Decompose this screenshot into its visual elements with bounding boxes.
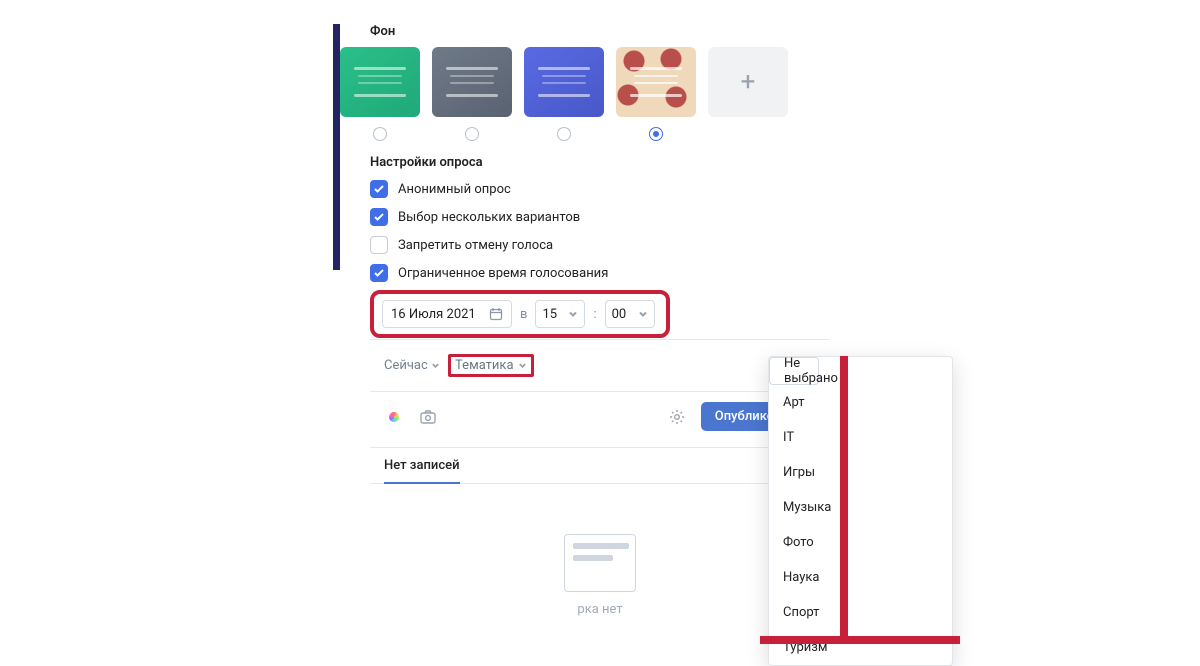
schedule-bar: Сейчас Тематика [370,339,830,392]
chevron-down-icon [638,309,648,319]
schedule-now-trigger[interactable]: Сейчас [384,358,440,373]
gear-icon[interactable] [667,407,687,427]
dd-item-music[interactable]: Музыка [769,490,952,525]
checkbox-multiselect[interactable] [370,208,388,226]
chevron-down-icon [568,309,578,319]
bg-radio-3[interactable] [649,127,663,141]
date-field[interactable]: 16 Июля 2021 [382,300,512,328]
dd-item-it[interactable]: IT [769,420,952,455]
chevron-down-icon [431,361,440,370]
palette-icon[interactable] [384,407,404,427]
empty-icon [564,534,636,592]
hour-select[interactable]: 15 [535,300,585,328]
checkbox-no-revoke[interactable] [370,236,388,254]
post-tabs: Нет записей [370,448,830,484]
camera-icon[interactable] [418,407,438,427]
annotation-bar-right [840,356,848,636]
checkbox-anonymous[interactable] [370,180,388,198]
dd-item-art[interactable]: Арт [769,385,952,420]
datetime-picker-highlight: 16 Июля 2021 в 15 : 00 [370,290,670,338]
bg-tile-blue[interactable] [524,47,604,117]
bg-radio-2[interactable] [557,127,571,141]
empty-state: рка нет [370,484,830,637]
checkbox-time-limit-label: Ограниченное время голосования [398,266,608,281]
background-radio-row [340,127,880,141]
topic-trigger-highlight[interactable]: Тематика [448,354,534,377]
background-tiles [340,47,880,117]
dd-item-games[interactable]: Игры [769,455,952,490]
checkbox-no-revoke-label: Запретить отмену голоса [398,238,553,253]
chevron-down-icon [518,361,527,370]
background-label: Фон [370,24,880,39]
time-colon: : [593,307,596,322]
post-card: Сейчас Тематика Опубликовать Нет записей [370,339,830,637]
tab-no-posts[interactable]: Нет записей [384,448,460,483]
empty-text: рка нет [577,602,622,617]
date-value: 16 Июля 2021 [391,307,476,322]
settings-label: Настройки опроса [370,155,880,170]
post-action-bar: Опубликовать [370,392,830,448]
topic-dropdown[interactable]: Не выбрано Арт IT Игры Музыка Фото Наука… [768,356,953,666]
poll-settings: Анонимный опрос Выбор нескольких вариант… [370,180,880,282]
bg-radio-1[interactable] [465,127,479,141]
bg-tile-add[interactable] [708,47,788,117]
bg-radio-0[interactable] [373,127,387,141]
checkbox-time-limit[interactable] [370,264,388,282]
minute-value: 00 [612,307,627,322]
bg-tile-green[interactable] [340,47,420,117]
hour-value: 15 [542,307,557,322]
dd-item-none[interactable]: Не выбрано [769,357,819,385]
bg-tile-gray[interactable] [432,47,512,117]
checkbox-anonymous-label: Анонимный опрос [398,182,511,197]
calendar-icon [489,307,503,321]
annotation-underline [760,636,960,644]
annotation-bar-left [333,24,340,270]
minute-select[interactable]: 00 [605,300,655,328]
dd-item-science[interactable]: Наука [769,560,952,595]
dd-item-sport[interactable]: Спорт [769,595,952,630]
at-label: в [520,307,527,322]
bg-tile-photo[interactable] [616,47,696,117]
checkbox-multiselect-label: Выбор нескольких вариантов [398,210,580,225]
dd-item-photo[interactable]: Фото [769,525,952,560]
